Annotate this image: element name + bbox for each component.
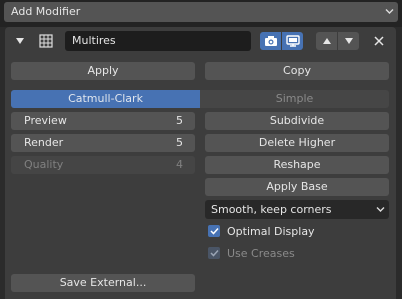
- checkmark-icon: [209, 227, 219, 235]
- copy-button[interactable]: Copy: [205, 62, 389, 80]
- preview-levels-field[interactable]: Preview 5: [11, 112, 195, 130]
- use-creases-checkbox[interactable]: [208, 247, 220, 259]
- move-up-button[interactable]: [316, 32, 337, 50]
- optimal-display-checkbox[interactable]: [208, 225, 220, 237]
- subdivide-button[interactable]: Subdivide: [205, 112, 389, 130]
- render-levels-field[interactable]: Render 5: [11, 134, 195, 152]
- render-label: Render: [24, 136, 64, 149]
- quality-value: 4: [176, 158, 183, 171]
- subdivision-simple[interactable]: Simple: [200, 90, 389, 108]
- preview-label: Preview: [24, 114, 67, 127]
- multires-grid-icon: [39, 34, 53, 48]
- chevron-down-icon: [385, 9, 394, 14]
- camera-icon: [264, 36, 277, 46]
- triangle-down-icon: [344, 38, 353, 44]
- remove-modifier-button[interactable]: [371, 33, 387, 49]
- subdivision-catmull-clark[interactable]: Catmull-Clark: [11, 90, 200, 108]
- preview-value: 5: [176, 114, 183, 127]
- use-creases-row[interactable]: Use Creases: [208, 245, 295, 261]
- uv-smooth-value: Smooth, keep corners: [211, 203, 332, 216]
- uv-smooth-dropdown[interactable]: Smooth, keep corners: [205, 200, 389, 219]
- apply-base-button[interactable]: Apply Base: [205, 178, 389, 196]
- render-value: 5: [176, 136, 183, 149]
- quality-field[interactable]: Quality 4: [11, 156, 195, 174]
- move-down-button[interactable]: [338, 32, 359, 50]
- save-external-button[interactable]: Save External...: [11, 274, 195, 292]
- delete-higher-button[interactable]: Delete Higher: [205, 134, 389, 152]
- chevron-down-icon: [376, 207, 385, 212]
- triangle-up-icon: [322, 38, 331, 44]
- close-icon: [374, 36, 384, 46]
- optimal-display-label: Optimal Display: [227, 224, 315, 238]
- render-toggle[interactable]: [260, 32, 281, 50]
- add-modifier-label: Add Modifier: [11, 5, 81, 18]
- collapse-triangle-icon[interactable]: [15, 36, 25, 46]
- quality-label: Quality: [24, 158, 64, 171]
- checkmark-icon: [209, 249, 219, 257]
- apply-button[interactable]: Apply: [11, 62, 195, 80]
- reshape-button[interactable]: Reshape: [205, 156, 389, 174]
- viewport-toggle[interactable]: [282, 32, 303, 50]
- use-creases-label: Use Creases: [227, 246, 295, 260]
- optimal-display-row[interactable]: Optimal Display: [208, 223, 315, 239]
- modifier-name-field[interactable]: Multires: [65, 31, 251, 51]
- monitor-icon: [285, 35, 300, 47]
- add-modifier-dropdown[interactable]: Add Modifier: [4, 2, 398, 22]
